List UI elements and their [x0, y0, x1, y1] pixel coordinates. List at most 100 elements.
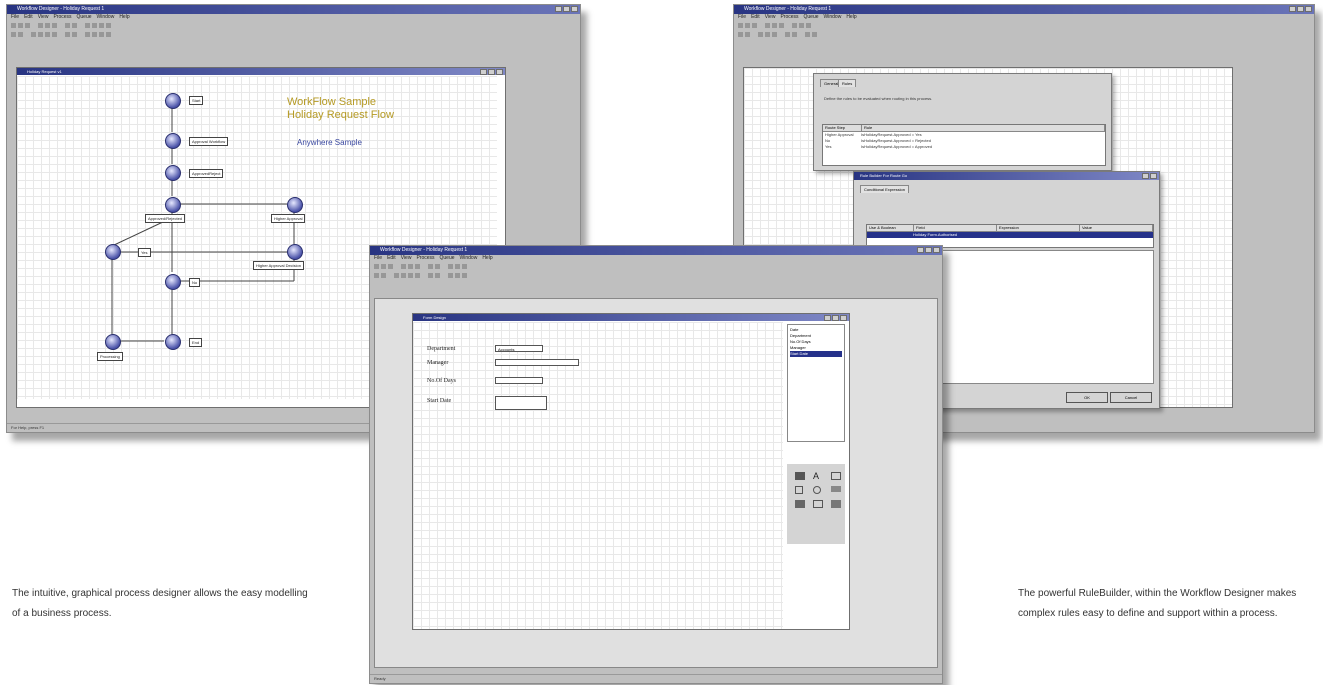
manager-field[interactable]	[495, 359, 579, 366]
menu-file[interactable]: File	[11, 14, 19, 21]
radio-icon[interactable]	[813, 486, 821, 494]
tool-icon[interactable]	[455, 264, 460, 269]
column-header[interactable]: Route Step	[823, 125, 862, 131]
link-icon[interactable]	[381, 273, 386, 278]
tool-icon[interactable]	[799, 23, 804, 28]
node-label[interactable]: Approved/Rejected	[145, 214, 186, 223]
paste-icon[interactable]	[415, 264, 420, 269]
tool-icon[interactable]	[85, 23, 90, 28]
align-icon[interactable]	[772, 32, 777, 37]
column-header[interactable]: Expression	[997, 225, 1080, 231]
tool-icon[interactable]	[812, 32, 817, 37]
zoom-icon[interactable]	[792, 32, 797, 37]
column-header[interactable]: Field	[914, 225, 997, 231]
link-icon[interactable]	[18, 32, 23, 37]
department-select[interactable]: Accounts	[495, 345, 543, 352]
pointer-icon[interactable]	[374, 273, 379, 278]
save-icon[interactable]	[752, 23, 757, 28]
menu-help[interactable]: Help	[119, 14, 129, 21]
print-icon[interactable]	[65, 23, 70, 28]
form-canvas[interactable]: Department Accounts Manager No.Of Days S…	[413, 322, 783, 629]
rules-table[interactable]: Route Step Rule Higher Approval IsHoliday…	[822, 124, 1106, 166]
tool-icon[interactable]	[462, 264, 467, 269]
paste-icon[interactable]	[52, 23, 57, 28]
align-icon[interactable]	[408, 273, 413, 278]
node-label[interactable]: End	[189, 338, 203, 347]
rule-builder-titlebar[interactable]: Rule Builder For Route Go	[854, 172, 1159, 180]
right-window-titlebar[interactable]: Workflow Designer - Holiday Request 1	[734, 5, 1314, 14]
font-icon[interactable]	[785, 32, 790, 37]
tool-icon[interactable]	[99, 32, 104, 37]
font-icon[interactable]	[428, 273, 433, 278]
node-label[interactable]: Start	[189, 96, 204, 105]
tool-icon[interactable]	[92, 23, 97, 28]
maximize-button[interactable]	[925, 247, 932, 253]
tab-conditional-expression[interactable]: Conditional Expression	[860, 185, 909, 193]
label-icon[interactable]: A	[813, 472, 825, 481]
tool-icon[interactable]	[806, 23, 811, 28]
higher-approval-node-icon[interactable]	[287, 197, 303, 213]
align-icon[interactable]	[758, 32, 763, 37]
start-node-icon[interactable]	[165, 93, 181, 109]
align-icon[interactable]	[415, 273, 420, 278]
tool-icon[interactable]	[462, 273, 467, 278]
tab-rules[interactable]: Rules	[838, 79, 857, 87]
close-button[interactable]	[496, 69, 503, 75]
menu-view[interactable]: View	[401, 255, 412, 262]
close-button[interactable]	[571, 6, 578, 12]
node-label[interactable]: Approval Workflow	[189, 137, 229, 146]
menu-edit[interactable]: Edit	[387, 255, 396, 262]
pointer-icon[interactable]	[738, 32, 743, 37]
menu-queue[interactable]: Queue	[77, 14, 92, 21]
end-node-icon[interactable]	[165, 334, 181, 350]
zoom-icon[interactable]	[72, 32, 77, 37]
node-label[interactable]: Higher Approval	[271, 214, 306, 223]
cancel-button[interactable]: Cancel	[1110, 392, 1152, 403]
align-icon[interactable]	[45, 32, 50, 37]
center-window-titlebar[interactable]: Workflow Designer - Holiday Request 1	[370, 246, 942, 255]
column-header[interactable]: Rule	[862, 125, 1105, 131]
menu-window[interactable]: Window	[97, 14, 115, 21]
tool-icon[interactable]	[106, 32, 111, 37]
checkbox-icon[interactable]	[795, 486, 803, 494]
menu-process[interactable]: Process	[780, 14, 798, 21]
maximize-button[interactable]	[1297, 6, 1304, 12]
help-icon[interactable]	[435, 264, 440, 269]
help-button[interactable]	[1142, 173, 1149, 179]
new-icon[interactable]	[374, 264, 379, 269]
minimize-button[interactable]	[1289, 6, 1296, 12]
button-icon[interactable]	[831, 472, 841, 480]
selected-rule-row[interactable]: Holiday Form.Authorised	[867, 232, 1153, 238]
paste-icon[interactable]	[779, 23, 784, 28]
node-label[interactable]: Higher Approval Decision	[253, 261, 304, 270]
form-design-titlebar[interactable]: Form Design	[413, 314, 849, 321]
higher-decision-node-icon[interactable]	[287, 244, 303, 260]
align-icon[interactable]	[401, 273, 406, 278]
font-icon[interactable]	[65, 32, 70, 37]
new-icon[interactable]	[738, 23, 743, 28]
copy-icon[interactable]	[772, 23, 777, 28]
menu-view[interactable]: View	[38, 14, 49, 21]
table-row[interactable]: Yes IsHolidayRequest.Approved = Approved	[823, 144, 1105, 150]
close-button[interactable]	[933, 247, 940, 253]
menu-file[interactable]: File	[738, 14, 746, 21]
save-icon[interactable]	[25, 23, 30, 28]
cut-icon[interactable]	[38, 23, 43, 28]
save-icon[interactable]	[388, 264, 393, 269]
yes-node-icon[interactable]	[105, 244, 121, 260]
maximize-button[interactable]	[832, 315, 839, 321]
combo-icon[interactable]	[831, 486, 841, 492]
menu-window[interactable]: Window	[824, 14, 842, 21]
align-icon[interactable]	[394, 273, 399, 278]
print-icon[interactable]	[428, 264, 433, 269]
text-icon[interactable]	[795, 472, 805, 480]
approval-node-icon[interactable]	[165, 133, 181, 149]
list-item[interactable]: Start Date	[790, 351, 842, 357]
align-icon[interactable]	[52, 32, 57, 37]
menu-file[interactable]: File	[374, 255, 382, 262]
column-header[interactable]: Use & Boolean	[867, 225, 914, 231]
menu-help[interactable]: Help	[846, 14, 856, 21]
zoom-icon[interactable]	[435, 273, 440, 278]
menu-help[interactable]: Help	[482, 255, 492, 262]
help-icon[interactable]	[72, 23, 77, 28]
